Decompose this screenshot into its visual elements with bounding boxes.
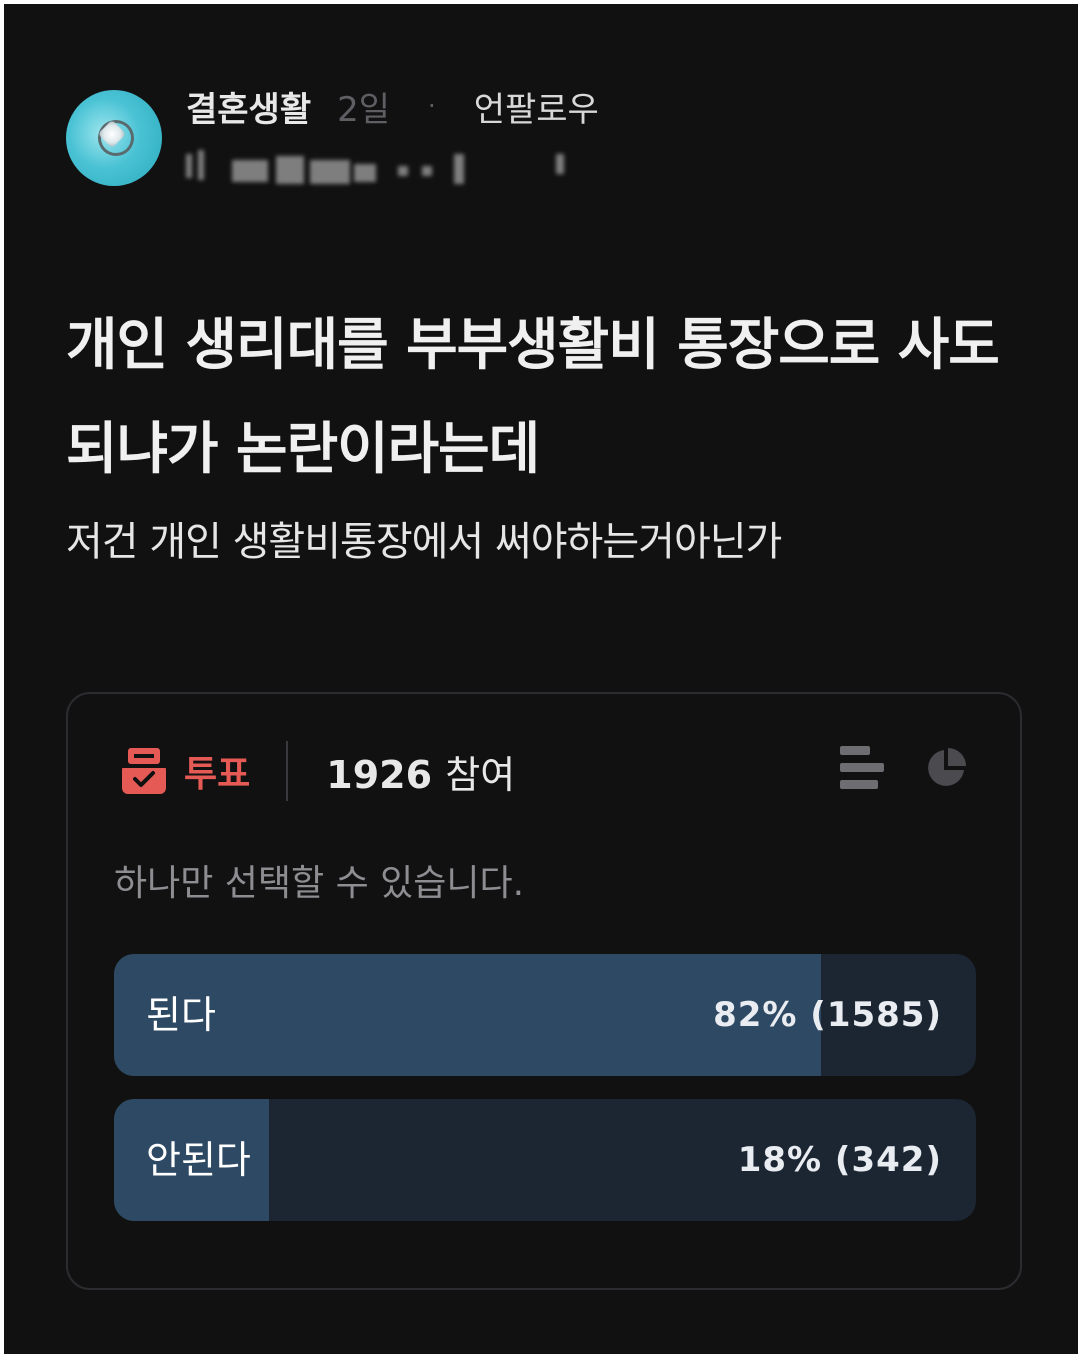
participant-unit: 참여 — [445, 752, 516, 797]
header-divider — [286, 741, 289, 801]
option-label: 된다 — [146, 993, 216, 1037]
unfollow-button[interactable]: 언팔로우 — [474, 82, 599, 131]
ballot-box-icon — [120, 746, 168, 796]
poll-option[interactable]: 된다 82% (1585) — [114, 954, 976, 1076]
view-toggle — [840, 746, 968, 790]
participant-count: 1926 참여 — [326, 744, 515, 799]
participant-number: 1926 — [326, 752, 433, 797]
post-meta: 결혼생활 2일 · 언팔로우 — [186, 82, 599, 130]
post-time: 2일 — [337, 89, 391, 130]
option-stat: 18% (342) — [737, 1140, 942, 1180]
post-screen: 결혼생활 2일 · 언팔로우 개인 생리대를 부부생활비 통장으로 사도 되냐가… — [4, 4, 1078, 1354]
post-body: 저건 개인 생활비통장에서 써야하는거아닌가 — [66, 519, 782, 565]
poll-option[interactable]: 안된다 18% (342) — [114, 1099, 976, 1221]
bar-list-icon[interactable] — [840, 746, 884, 790]
post-title: 개인 생리대를 부부생활비 통장으로 사도 되냐가 논란이라는데 — [66, 313, 1000, 482]
poll-hint: 하나만 선택할 수 있습니다. — [114, 863, 525, 904]
option-stat: 82% (1585) — [713, 995, 942, 1035]
meta-separator: · — [428, 92, 436, 120]
poll-label: 투표 — [184, 754, 251, 795]
community-avatar[interactable] — [66, 90, 162, 186]
community-name[interactable]: 결혼생활 — [186, 82, 311, 131]
poll-card: 투표 1926 참여 하나만 선택할 수 있습니다. 된다 82% (1585) — [66, 692, 1022, 1290]
blurred-author-name — [186, 150, 576, 190]
option-label: 안된다 — [146, 1138, 251, 1182]
poll-header: 투표 1926 참여 — [120, 738, 515, 804]
pie-chart-icon[interactable] — [924, 746, 968, 790]
